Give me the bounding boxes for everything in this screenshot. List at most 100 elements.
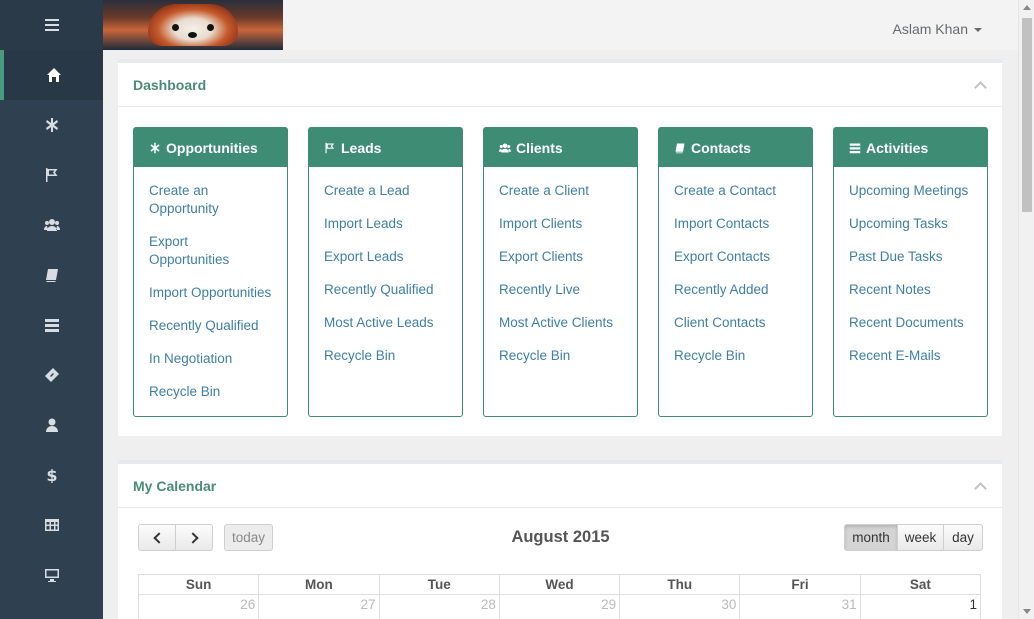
top-navbar: Aslam Khan xyxy=(103,0,1018,50)
logo[interactable] xyxy=(103,0,283,50)
calendar-day-cell[interactable]: 28 xyxy=(380,595,500,619)
users-icon xyxy=(43,219,60,231)
month-view-button[interactable]: month xyxy=(844,524,898,551)
sidebar-item-users[interactable] xyxy=(0,400,103,450)
card-header: Activities xyxy=(834,128,987,167)
user-name: Aslam Khan xyxy=(892,21,968,37)
card-leads: Leads Create a Lead Import Leads Export Lea… xyxy=(308,127,463,417)
book-icon xyxy=(675,143,685,153)
card-link[interactable]: Recently Added xyxy=(674,281,797,299)
card-link[interactable]: Import Opportunities xyxy=(149,284,272,302)
weekday-header: Sun xyxy=(139,575,260,595)
asterisk-icon xyxy=(150,142,160,153)
scroll-up-arrow-icon[interactable] xyxy=(1023,5,1031,10)
monitor-icon xyxy=(44,569,59,582)
sidebar-item-activities[interactable] xyxy=(0,300,103,350)
dollar-icon: $ xyxy=(46,467,57,483)
card-link[interactable]: Recently Qualified xyxy=(324,281,447,299)
collapse-chevron-icon[interactable] xyxy=(974,481,987,495)
asterisk-icon xyxy=(45,118,58,132)
card-link[interactable]: Create a Lead xyxy=(324,182,447,200)
card-link[interactable]: Export Contacts xyxy=(674,248,797,266)
flag-icon xyxy=(325,142,335,153)
collapse-chevron-icon[interactable] xyxy=(974,80,987,94)
weekday-header: Mon xyxy=(259,575,380,595)
calendar-day-cell[interactable]: 29 xyxy=(500,595,621,619)
card-title: Contacts xyxy=(691,139,751,156)
scroll-thumb[interactable] xyxy=(1022,18,1032,212)
card-link[interactable]: Upcoming Tasks xyxy=(849,215,972,233)
weekday-header-row: Sun Mon Tue Wed Thu Fri Sat xyxy=(139,575,981,595)
calendar-day-cell[interactable]: 26 xyxy=(139,595,260,619)
card-link[interactable]: Recently Qualified xyxy=(149,317,272,335)
sidebar-item-tickets[interactable] xyxy=(0,350,103,400)
sidebar: $ xyxy=(0,0,103,619)
card-link[interactable]: Import Leads xyxy=(324,215,447,233)
list-icon xyxy=(849,143,861,153)
calendar-day-cell[interactable]: 27 xyxy=(259,595,380,619)
card-clients: Clients Create a Client Import Clients Expo… xyxy=(483,127,638,417)
card-title: Opportunities xyxy=(166,139,258,156)
weekday-header: Wed xyxy=(499,575,621,595)
sidebar-item-finance[interactable]: $ xyxy=(0,450,103,500)
card-link[interactable]: Create an Opportunity xyxy=(149,182,272,218)
sidebar-item-contacts[interactable] xyxy=(0,250,103,300)
calendar-day-cell[interactable]: 30 xyxy=(620,595,741,619)
sidebar-item-clients[interactable] xyxy=(0,200,103,250)
red-panda-image xyxy=(148,4,238,46)
card-link[interactable]: Most Active Clients xyxy=(499,314,622,332)
page-scrollbar[interactable] xyxy=(1018,0,1034,619)
user-menu[interactable]: Aslam Khan xyxy=(893,21,982,37)
card-link[interactable]: Create a Contact xyxy=(674,182,797,200)
calendar-header: My Calendar xyxy=(118,464,1002,508)
card-link[interactable]: Import Clients xyxy=(499,215,622,233)
week-view-button[interactable]: week xyxy=(897,524,944,551)
sidebar-item-leads[interactable] xyxy=(0,150,103,200)
day-view-button[interactable]: day xyxy=(943,524,983,551)
sidebar-item-home[interactable] xyxy=(0,50,103,100)
dashboard-title: Dashboard xyxy=(133,76,207,93)
card-link[interactable]: Upcoming Meetings xyxy=(849,182,972,200)
card-link[interactable]: In Negotiation xyxy=(149,350,272,368)
card-link[interactable]: Client Contacts xyxy=(674,314,797,332)
card-link[interactable]: Most Active Leads xyxy=(324,314,447,332)
card-header: Leads xyxy=(309,128,462,167)
card-link[interactable]: Recycle Bin xyxy=(149,383,272,401)
card-link[interactable]: Export Clients xyxy=(499,248,622,266)
scroll-down-arrow-icon[interactable] xyxy=(1023,609,1031,614)
calendar-day-cell[interactable]: 1 xyxy=(861,595,981,619)
card-link[interactable]: Recycle Bin xyxy=(324,347,447,365)
card-link[interactable]: Recent Notes xyxy=(849,281,972,299)
card-link[interactable]: Export Opportunities xyxy=(149,233,272,269)
weekday-header: Fri xyxy=(740,575,861,595)
card-link[interactable]: Create a Client xyxy=(499,182,622,200)
sidebar-item-screens[interactable] xyxy=(0,550,103,600)
card-link[interactable]: Past Due Tasks xyxy=(849,248,972,266)
card-link[interactable]: Import Contacts xyxy=(674,215,797,233)
book-icon xyxy=(45,269,58,282)
card-link[interactable]: Recent E-Mails xyxy=(849,347,972,365)
card-header: Clients xyxy=(484,128,637,167)
weekday-header: Tue xyxy=(379,575,500,595)
card-link[interactable]: Recycle Bin xyxy=(674,347,797,365)
calendar-day-cell[interactable]: 31 xyxy=(740,595,861,619)
card-header: Opportunities xyxy=(134,128,287,167)
card-link[interactable]: Export Leads xyxy=(324,248,447,266)
table-icon xyxy=(44,519,59,531)
card-links: Create a Lead Import Leads Export Leads Rec… xyxy=(309,167,462,380)
card-link[interactable]: Recent Documents xyxy=(849,314,972,332)
users-icon xyxy=(499,143,511,152)
card-contacts: Contacts Create a Contact Import Contacts E… xyxy=(658,127,813,417)
card-opportunities: Opportunities Create an Opportunity Export… xyxy=(133,127,288,417)
card-link[interactable]: Recently Live xyxy=(499,281,622,299)
sidebar-item-opportunities[interactable] xyxy=(0,100,103,150)
sidebar-item-reports[interactable] xyxy=(0,500,103,550)
caret-down-icon xyxy=(974,28,982,32)
card-title: Clients xyxy=(516,139,563,156)
menu-toggle-button[interactable] xyxy=(0,0,103,50)
ticket-icon xyxy=(44,368,59,382)
calendar-panel: My Calendar today August 2015 month week… xyxy=(118,460,1002,619)
weekday-header: Sat xyxy=(860,575,981,595)
card-title: Leads xyxy=(341,139,382,156)
card-link[interactable]: Recycle Bin xyxy=(499,347,622,365)
